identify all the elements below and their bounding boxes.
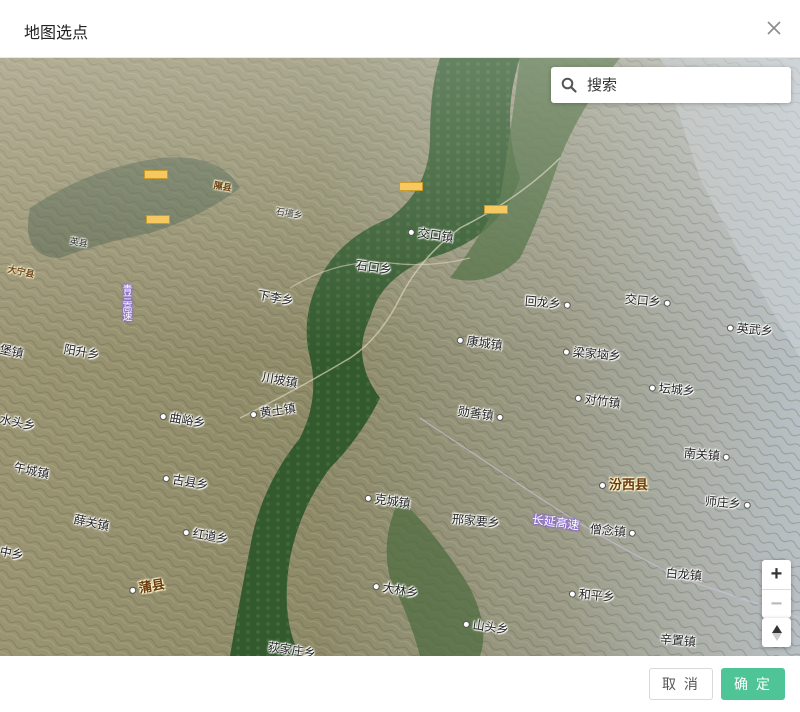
highway-label: 青兰高速 <box>120 284 131 320</box>
search-input[interactable] <box>585 75 779 95</box>
zoom-control: + − <box>762 560 791 618</box>
plus-icon: + <box>770 563 783 585</box>
dialog-header: 地图选点 <box>0 0 800 58</box>
cancel-button[interactable]: 取 消 <box>649 668 713 700</box>
dialog-title: 地图选点 <box>24 25 89 42</box>
compass-button[interactable] <box>762 618 791 647</box>
dialog-footer: 取 消 确 定 <box>0 656 800 712</box>
road-shield <box>146 215 170 224</box>
road-shield <box>484 205 508 214</box>
road-shield <box>144 170 168 179</box>
map-picker-dialog: 地图选点 交口镇 石口乡 康城镇 梁家垴乡 回龙乡 交口乡 英武乡 下李乡 阳升… <box>0 0 800 712</box>
close-button[interactable] <box>762 16 786 40</box>
county-label[interactable]: 汾西县 <box>596 474 648 493</box>
compass-icon <box>771 624 782 641</box>
minus-icon: − <box>770 592 783 615</box>
road-shield <box>399 182 423 191</box>
zoom-in-button[interactable]: + <box>762 560 791 589</box>
place-label[interactable]: 白龙镇 <box>665 564 702 584</box>
satellite-map[interactable]: 交口镇 石口乡 康城镇 梁家垴乡 回龙乡 交口乡 英武乡 下李乡 阳升乡 川坡镇… <box>0 58 800 656</box>
map-search-box[interactable] <box>551 67 791 103</box>
search-icon <box>561 77 577 93</box>
confirm-button[interactable]: 确 定 <box>721 668 785 700</box>
place-label[interactable]: 辛置镇 <box>659 630 696 650</box>
close-icon <box>767 21 781 35</box>
zoom-out-button[interactable]: − <box>762 589 791 618</box>
